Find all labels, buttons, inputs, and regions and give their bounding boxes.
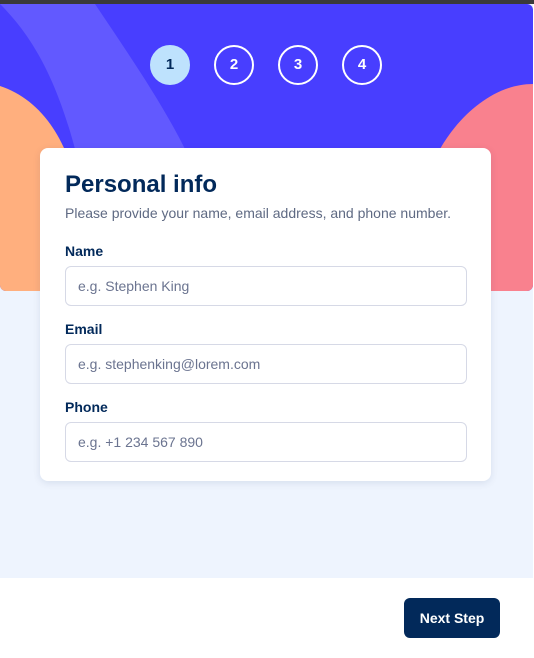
step-indicator: 1 2 3 4 <box>0 4 533 144</box>
step-1-circle[interactable]: 1 <box>150 45 190 85</box>
app-frame: 1 2 3 4 Personal info Please provide you… <box>0 4 533 658</box>
phone-label: Phone <box>65 399 108 415</box>
email-input[interactable] <box>65 344 467 384</box>
step-4-circle[interactable]: 4 <box>342 45 382 85</box>
form-title: Personal info <box>65 171 218 198</box>
form-footer: Next Step <box>0 578 533 658</box>
personal-info-card: Personal info Please provide your name, … <box>40 148 491 481</box>
name-label: Name <box>65 243 104 259</box>
phone-field-group: Phone <box>65 398 467 462</box>
name-field-group: Name <box>65 242 467 306</box>
form-subtitle: Please provide your name, email address,… <box>65 205 452 221</box>
step-3-circle[interactable]: 3 <box>278 45 318 85</box>
phone-input[interactable] <box>65 422 467 462</box>
next-step-button[interactable]: Next Step <box>404 598 500 638</box>
email-field-group: Email <box>65 320 467 384</box>
step-2-circle[interactable]: 2 <box>214 45 254 85</box>
email-label: Email <box>65 321 103 337</box>
name-input[interactable] <box>65 266 467 306</box>
